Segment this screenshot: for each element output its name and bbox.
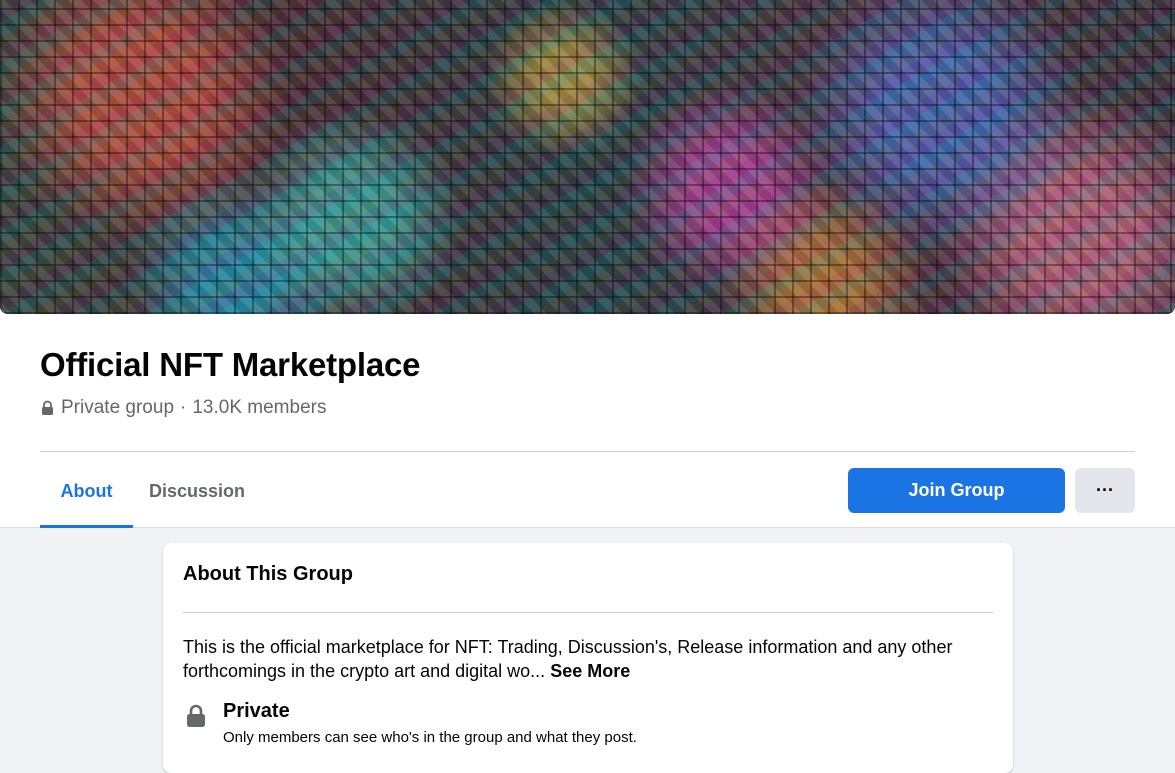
- cover-photo[interactable]: [0, 0, 1175, 314]
- about-card: About This Group This is the official ma…: [163, 543, 1013, 773]
- group-name[interactable]: Official NFT Marketplace: [40, 346, 421, 384]
- privacy-description: Only members can see who's in the group …: [223, 729, 637, 746]
- group-meta: Private group · 13.0K members: [40, 397, 326, 419]
- tab-discussion[interactable]: Discussion: [133, 470, 261, 528]
- privacy-title: Private: [223, 700, 290, 722]
- about-card-divider: [183, 612, 993, 613]
- privacy-info: Private Only members can see who's in th…: [183, 698, 993, 748]
- more-options-button[interactable]: ···: [1075, 468, 1135, 513]
- more-dots-icon: ···: [1096, 480, 1114, 500]
- see-more-link[interactable]: See More: [550, 661, 630, 681]
- group-description: This is the official marketplace for NFT…: [183, 635, 993, 683]
- tab-about-label: About: [60, 481, 113, 501]
- member-count[interactable]: 13.0K members: [192, 397, 326, 419]
- cover-tiles: [0, 0, 1175, 314]
- group-header: Official NFT Marketplace Private group ·…: [0, 0, 1175, 528]
- header-divider: [40, 451, 1135, 452]
- tab-discussion-label: Discussion: [148, 481, 246, 501]
- meta-separator: ·: [180, 397, 187, 418]
- about-card-title: About This Group: [183, 563, 353, 585]
- join-group-button[interactable]: Join Group: [848, 468, 1065, 513]
- lock-icon: [40, 400, 55, 416]
- privacy-label[interactable]: Private group: [61, 397, 174, 419]
- lock-icon: [186, 704, 206, 728]
- tab-about[interactable]: About: [40, 470, 133, 528]
